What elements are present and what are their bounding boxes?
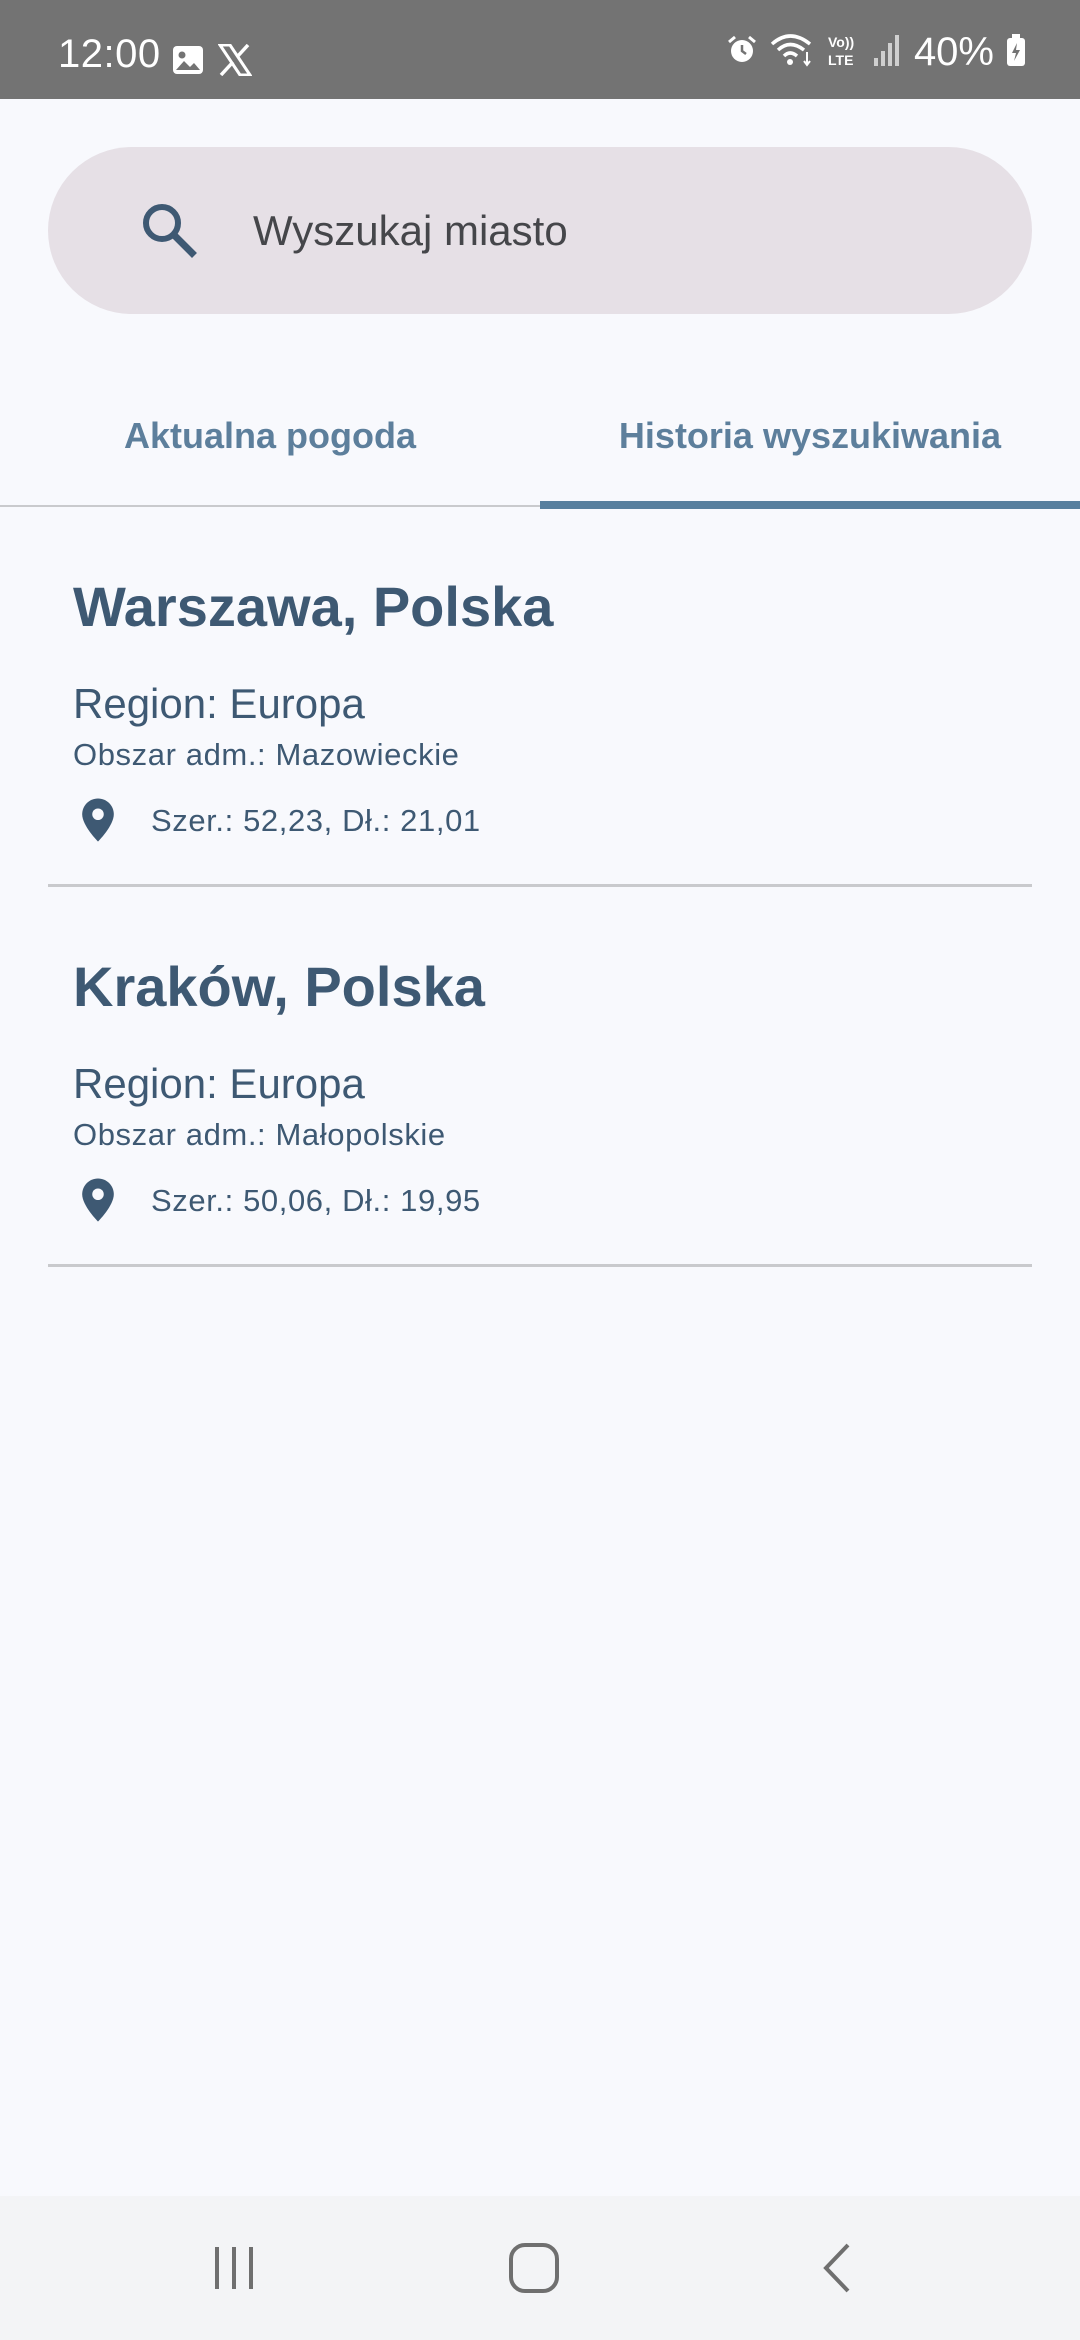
tab-label: Historia wyszukiwania: [618, 414, 1002, 456]
tab-label: Aktualna pogoda: [123, 414, 416, 456]
recents-icon: [215, 2247, 253, 2289]
region-text: Region: Europa: [73, 1060, 365, 1107]
navigation-bar: [0, 2196, 1080, 2340]
app-screen: 12:00 Vo)) LTE 40% Wyszukaj miasto Aktua…: [0, 0, 1080, 2340]
back-icon: [823, 2243, 850, 2293]
search-bar[interactable]: [48, 147, 1032, 314]
tab-current-weather[interactable]: Aktualna pogoda: [0, 370, 540, 507]
status-bar: 12:00 Vo)) LTE 40%: [0, 0, 1080, 99]
gallery-icon: [172, 45, 204, 80]
coordinates-text: Szer.: 50,06, Dł.: 19,95: [151, 1182, 481, 1218]
admin-area-text: Obszar adm.: Mazowieckie: [73, 737, 460, 772]
history-item-krakow[interactable]: Kraków, Polska Region: Europa Obszar adm…: [48, 887, 1032, 1267]
coordinates-row: Szer.: 50,06, Dł.: 19,95: [73, 1177, 481, 1223]
wifi-icon: [770, 32, 814, 73]
x-logo-icon: [217, 43, 253, 81]
city-title: Kraków, Polska: [73, 955, 485, 1018]
home-button[interactable]: [434, 2196, 634, 2340]
history-item-warszawa[interactable]: Warszawa, Polska Region: Europa Obszar a…: [48, 507, 1032, 887]
coordinates-row: Szer.: 52,23, Dł.: 21,01: [73, 797, 481, 843]
back-button[interactable]: [738, 2196, 938, 2340]
search-input[interactable]: [253, 195, 973, 266]
svg-text:Vo)): Vo)): [828, 34, 854, 50]
location-pin-icon: [82, 798, 114, 842]
region-text: Region: Europa: [73, 680, 365, 727]
tab-search-history[interactable]: Historia wyszukiwania: [540, 370, 1080, 507]
volte-icon: Vo)) LTE: [826, 32, 860, 73]
location-pin-icon: [82, 1178, 114, 1222]
coordinates-text: Szer.: 52,23, Dł.: 21,01: [151, 802, 481, 838]
status-system-icons: Vo)) LTE 40%: [726, 30, 1026, 74]
recents-button[interactable]: [134, 2196, 334, 2340]
status-notification-icons: [172, 43, 253, 81]
battery-icon: [1006, 33, 1026, 72]
battery-percentage: 40%: [913, 30, 994, 74]
svg-text:LTE: LTE: [828, 52, 853, 68]
tab-bar: Aktualna pogoda Historia wyszukiwania: [0, 370, 1080, 509]
city-title: Warszawa, Polska: [73, 575, 554, 638]
alarm-icon: [726, 34, 758, 71]
admin-area-text: Obszar adm.: Małopolskie: [73, 1117, 446, 1152]
history-list: Warszawa, Polska Region: Europa Obszar a…: [48, 507, 1032, 1267]
signal-icon: [872, 33, 902, 72]
home-icon: [509, 2243, 559, 2293]
search-icon[interactable]: [138, 199, 198, 259]
status-time: 12:00: [58, 32, 161, 76]
